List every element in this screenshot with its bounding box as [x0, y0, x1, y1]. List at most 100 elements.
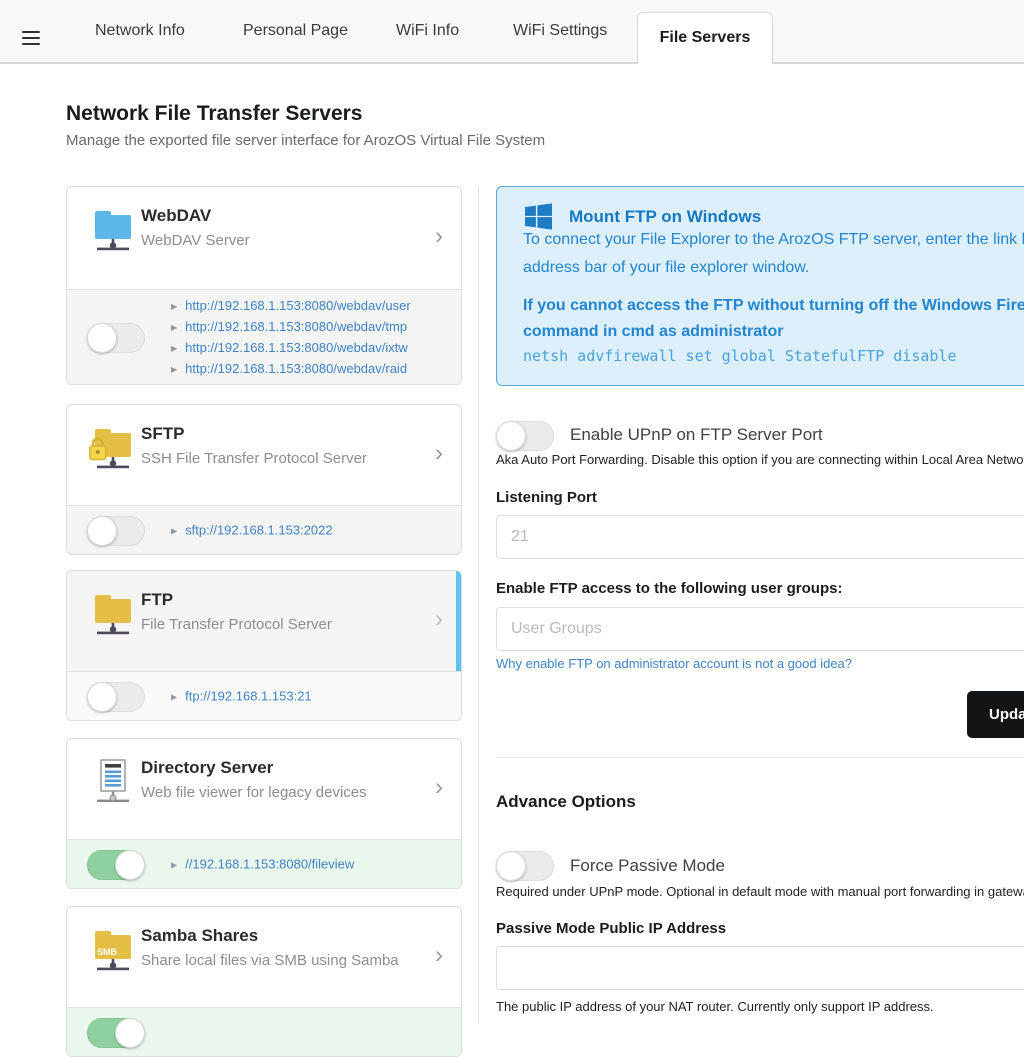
server-name: SFTP	[141, 424, 184, 444]
column-divider	[478, 186, 479, 1024]
server-card-samba: SMB Samba Shares Share local files via S…	[66, 906, 462, 1057]
section-divider	[496, 757, 1024, 758]
server-name: Samba Shares	[141, 926, 258, 946]
chevron-right-icon: ›	[435, 440, 443, 468]
blue-network-folder-icon	[89, 203, 137, 255]
public-ip-note: The public IP address of your NAT router…	[496, 999, 934, 1014]
server-card-sftp: SFTP SSH File Transfer Protocol Server ›…	[66, 404, 462, 555]
locked-network-folder-icon	[89, 421, 137, 473]
triangle-bullet-icon: ▶	[171, 344, 177, 353]
info-text-line: If you cannot access the FTP without tur…	[523, 297, 1024, 315]
server-url-link[interactable]: http://192.168.1.153:8080/webdav/tmp	[185, 319, 407, 334]
info-box-title: Mount FTP on Windows	[569, 207, 761, 227]
ftp-url-list: ▶ ftp://192.168.1.153:21	[171, 686, 312, 707]
webdav-enable-toggle[interactable]	[87, 323, 145, 353]
triangle-bullet-icon: ▶	[171, 860, 177, 869]
yellow-network-folder-icon	[89, 587, 137, 639]
server-card-directory-header[interactable]: Directory Server Web file viewer for leg…	[67, 739, 461, 840]
list-item: ▶ //192.168.1.153:8080/fileview	[171, 854, 354, 875]
upnp-note: Aka Auto Port Forwarding. Disable this o…	[496, 452, 1024, 467]
listening-port-input[interactable]	[496, 515, 1024, 559]
triangle-bullet-icon: ▶	[171, 302, 177, 311]
server-card-directory-footer: ▶ //192.168.1.153:8080/fileview	[67, 840, 461, 889]
server-url-link[interactable]: sftp://192.168.1.153:2022	[185, 522, 332, 537]
server-url-link[interactable]: http://192.168.1.153:8080/webdav/raid	[185, 361, 407, 376]
server-card-ftp: FTP File Transfer Protocol Server › ▶ ftp…	[66, 570, 462, 721]
tab-network-info[interactable]: Network Info	[95, 0, 185, 62]
server-name: FTP	[141, 590, 173, 610]
triangle-bullet-icon: ▶	[171, 365, 177, 374]
server-card-sftp-header[interactable]: SFTP SSH File Transfer Protocol Server ›	[67, 405, 461, 506]
server-card-webdav: WebDAV WebDAV Server › ▶ http://192.168.1…	[66, 186, 462, 385]
server-card-webdav-footer: ▶ http://192.168.1.153:8080/webdav/user ▶…	[67, 290, 461, 385]
triangle-bullet-icon: ▶	[171, 526, 177, 535]
force-passive-mode-toggle[interactable]	[496, 851, 554, 881]
chevron-right-icon: ›	[435, 223, 443, 251]
public-ip-input[interactable]	[496, 946, 1024, 990]
tab-personal-page[interactable]: Personal Page	[243, 0, 348, 62]
user-groups-input[interactable]	[496, 607, 1024, 651]
info-text-line: To connect your File Explorer to the Aro…	[523, 231, 1024, 249]
list-item: ▶ http://192.168.1.153:8080/webdav/tmp	[171, 317, 411, 338]
server-name: Directory Server	[141, 758, 273, 778]
server-card-webdav-header[interactable]: WebDAV WebDAV Server ›	[67, 187, 461, 290]
mount-ftp-info-box: Mount FTP on Windows To connect your Fil…	[496, 186, 1024, 386]
user-groups-label: Enable FTP access to the following user …	[496, 580, 842, 597]
chevron-right-icon: ›	[435, 942, 443, 970]
sftp-url-list: ▶ sftp://192.168.1.153:2022	[171, 520, 333, 541]
triangle-bullet-icon: ▶	[171, 323, 177, 332]
server-card-directory: Directory Server Web file viewer for leg…	[66, 738, 462, 889]
hamburger-menu-icon[interactable]	[22, 31, 40, 47]
ftp-enable-toggle[interactable]	[87, 682, 145, 712]
directory-url-list: ▶ //192.168.1.153:8080/fileview	[171, 854, 354, 875]
server-url-link[interactable]: http://192.168.1.153:8080/webdav/ixtw	[185, 340, 408, 355]
info-text-line: address bar of your file explorer window…	[523, 259, 809, 277]
page-title: Network File Transfer Servers	[66, 102, 362, 126]
server-description: File Transfer Protocol Server	[141, 616, 332, 633]
server-description: Web file viewer for legacy devices	[141, 784, 367, 801]
force-passive-mode-label: Force Passive Mode	[570, 856, 725, 876]
passive-mode-note: Required under UPnP mode. Optional in de…	[496, 884, 1024, 899]
top-navbar: Network Info Personal Page WiFi Info WiF…	[0, 0, 1024, 64]
list-item: ▶ http://192.168.1.153:8080/webdav/ixtw	[171, 338, 411, 359]
sftp-enable-toggle[interactable]	[87, 516, 145, 546]
svg-text:SMB: SMB	[97, 947, 118, 957]
server-card-ftp-header[interactable]: FTP File Transfer Protocol Server ›	[67, 571, 461, 672]
server-description: WebDAV Server	[141, 232, 250, 249]
tab-wifi-settings[interactable]: WiFi Settings	[513, 0, 607, 62]
list-item: ▶ sftp://192.168.1.153:2022	[171, 520, 333, 541]
server-url-link[interactable]: //192.168.1.153:8080/fileview	[185, 856, 354, 871]
server-url-link[interactable]: ftp://192.168.1.153:21	[185, 688, 312, 703]
smb-network-folder-icon: SMB	[89, 923, 137, 975]
server-card-sftp-footer: ▶ sftp://192.168.1.153:2022	[67, 506, 461, 555]
list-item: ▶ ftp://192.168.1.153:21	[171, 686, 312, 707]
upnp-toggle[interactable]	[496, 421, 554, 451]
list-item: ▶ http://192.168.1.153:8080/webdav/raid	[171, 359, 411, 380]
directory-enable-toggle[interactable]	[87, 850, 145, 880]
public-ip-label: Passive Mode Public IP Address	[496, 920, 726, 937]
list-item: ▶ http://192.168.1.153:8080/webdav/user	[171, 296, 411, 317]
page-subtitle: Manage the exported file server interfac…	[66, 132, 545, 149]
server-card-samba-header[interactable]: SMB Samba Shares Share local files via S…	[67, 907, 461, 1008]
server-description: SSH File Transfer Protocol Server	[141, 450, 367, 467]
webdav-url-list: ▶ http://192.168.1.153:8080/webdav/user ▶…	[171, 296, 411, 380]
selected-indicator-bar	[456, 571, 461, 671]
samba-enable-toggle[interactable]	[87, 1018, 145, 1048]
info-text-line: command in cmd as administrator	[523, 323, 784, 341]
listening-port-label: Listening Port	[496, 489, 597, 506]
ftp-admin-warning-link[interactable]: Why enable FTP on administrator account …	[496, 656, 852, 671]
chevron-right-icon: ›	[435, 774, 443, 802]
tab-file-servers[interactable]: File Servers	[637, 12, 773, 64]
file-list-server-icon	[89, 755, 137, 807]
chevron-right-icon: ›	[435, 606, 443, 634]
firewall-command-text: netsh advfirewall set global StatefulFTP…	[523, 347, 956, 365]
server-card-samba-footer	[67, 1008, 461, 1057]
server-description: Share local files via SMB using Samba	[141, 952, 399, 969]
server-card-ftp-footer: ▶ ftp://192.168.1.153:21	[67, 672, 461, 721]
tab-wifi-info[interactable]: WiFi Info	[396, 0, 459, 62]
server-name: WebDAV	[141, 206, 211, 226]
triangle-bullet-icon: ▶	[171, 692, 177, 701]
update-button[interactable]: Update	[967, 691, 1024, 738]
advance-options-title: Advance Options	[496, 792, 636, 812]
server-url-link[interactable]: http://192.168.1.153:8080/webdav/user	[185, 298, 411, 313]
